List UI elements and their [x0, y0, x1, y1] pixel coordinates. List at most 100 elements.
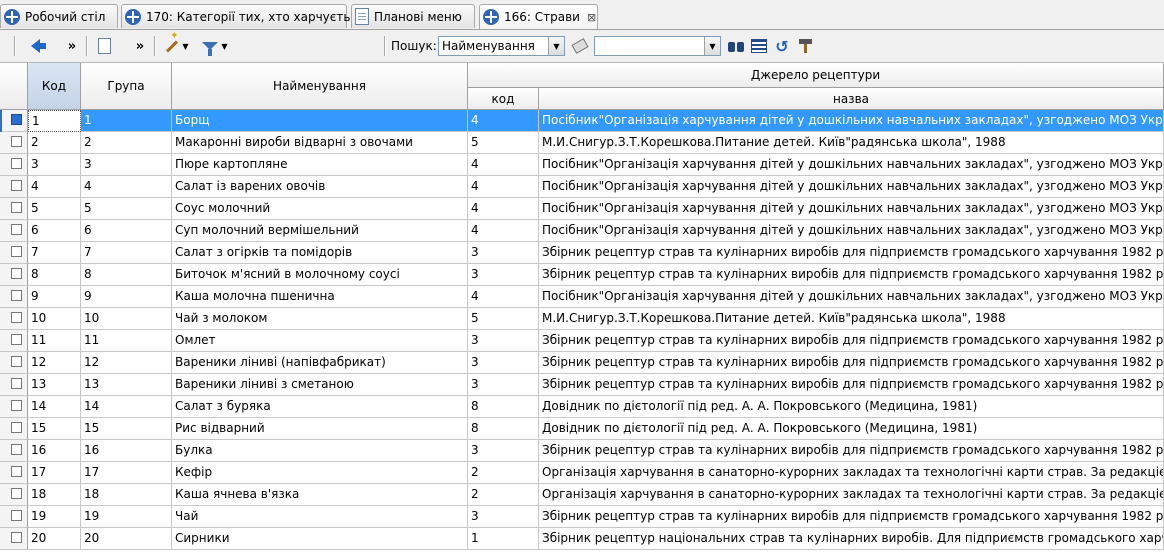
- cell-code[interactable]: 4: [28, 176, 81, 198]
- table-row[interactable]: 14 14 Салат з буряка 8 Довідник по дієто…: [0, 396, 1164, 418]
- column-header-name[interactable]: Найменування: [172, 63, 468, 110]
- cell-group[interactable]: 9: [81, 286, 172, 308]
- table-row[interactable]: 4 4 Салат із варених овочів 4 Посібник"О…: [0, 176, 1164, 198]
- cell-source-name[interactable]: Посібник"Організація харчування дітей у …: [539, 286, 1164, 308]
- cell-source-name[interactable]: Збірник рецептур страв та кулінарних вир…: [539, 506, 1164, 528]
- cell-name[interactable]: Чай: [172, 506, 468, 528]
- row-checkbox[interactable]: [11, 444, 22, 455]
- cell-group[interactable]: 12: [81, 352, 172, 374]
- cell-source-name[interactable]: Збірник рецептур страв та кулінарних вир…: [539, 264, 1164, 286]
- cell-source-code[interactable]: 8: [468, 396, 539, 418]
- cell-group[interactable]: 18: [81, 484, 172, 506]
- cell-group[interactable]: 4: [81, 176, 172, 198]
- row-checkbox[interactable]: [11, 312, 22, 323]
- cell-source-code[interactable]: 4: [468, 220, 539, 242]
- cell-code[interactable]: 11: [28, 330, 81, 352]
- row-selector[interactable]: [0, 330, 28, 352]
- cell-source-name[interactable]: Посібник"Організація харчування дітей у …: [539, 154, 1164, 176]
- cell-source-code[interactable]: 3: [468, 264, 539, 286]
- row-checkbox[interactable]: [11, 356, 22, 367]
- cell-code[interactable]: 16: [28, 440, 81, 462]
- close-tab-icon[interactable]: ⊠: [587, 11, 596, 24]
- column-header-group[interactable]: Група: [81, 63, 172, 110]
- search-field-select[interactable]: Найменування ▼: [438, 36, 565, 56]
- cell-code[interactable]: 13: [28, 374, 81, 396]
- cell-source-code[interactable]: 2: [468, 484, 539, 506]
- cell-code[interactable]: 20: [28, 528, 81, 550]
- cell-group[interactable]: 17: [81, 462, 172, 484]
- cell-name[interactable]: Биточок м'ясний в молочному соусі: [172, 264, 468, 286]
- cell-name[interactable]: Каша молочна пшенична: [172, 286, 468, 308]
- find-button[interactable]: [726, 36, 746, 56]
- row-checkbox[interactable]: [11, 510, 22, 521]
- cell-source-code[interactable]: 4: [468, 176, 539, 198]
- row-selector[interactable]: [0, 264, 28, 286]
- cell-source-name[interactable]: Збірник рецептур національних страв та к…: [539, 528, 1164, 550]
- cell-code[interactable]: 3: [28, 154, 81, 176]
- cell-source-code[interactable]: 4: [468, 154, 539, 176]
- row-selector[interactable]: [0, 462, 28, 484]
- row-selector[interactable]: [0, 176, 28, 198]
- cell-name[interactable]: Чай з молоком: [172, 308, 468, 330]
- cell-name[interactable]: Салат з буряка: [172, 396, 468, 418]
- cell-source-name[interactable]: Збірник рецептур страв та кулінарних вир…: [539, 330, 1164, 352]
- search-input[interactable]: ▼: [594, 36, 721, 56]
- filter-button[interactable]: ▼: [198, 36, 232, 56]
- cell-name[interactable]: Рис відварний: [172, 418, 468, 440]
- column-band-recipe-source[interactable]: Джерело рецептури: [468, 63, 1164, 88]
- row-selector[interactable]: [0, 308, 28, 330]
- cell-source-code[interactable]: 4: [468, 110, 539, 132]
- table-row[interactable]: 6 6 Суп молочний вермішельний 4 Посібник…: [0, 220, 1164, 242]
- row-checkbox[interactable]: [11, 334, 22, 345]
- cell-source-code[interactable]: 2: [468, 462, 539, 484]
- cell-group[interactable]: 2: [81, 132, 172, 154]
- tab-consumer-categories[interactable]: 170: Категорії тих, хто харчується: [121, 4, 364, 28]
- cell-source-code[interactable]: 3: [468, 330, 539, 352]
- cell-code[interactable]: 1: [28, 110, 81, 132]
- cell-source-code[interactable]: 1: [468, 528, 539, 550]
- clear-search-button[interactable]: [570, 36, 590, 56]
- row-checkbox[interactable]: [11, 268, 22, 279]
- tools-button[interactable]: [795, 36, 815, 56]
- row-checkbox[interactable]: [11, 158, 22, 169]
- cell-code[interactable]: 12: [28, 352, 81, 374]
- cell-code[interactable]: 15: [28, 418, 81, 440]
- row-checkbox[interactable]: [11, 136, 22, 147]
- chevron-down-icon[interactable]: ▼: [548, 37, 564, 55]
- refresh-button[interactable]: ↺: [772, 36, 792, 56]
- cell-source-name[interactable]: Збірник рецептур страв та кулінарних вир…: [539, 242, 1164, 264]
- cell-source-name[interactable]: Посібник"Організація харчування дітей у …: [539, 198, 1164, 220]
- row-checkbox[interactable]: [11, 224, 22, 235]
- row-selector[interactable]: [0, 154, 28, 176]
- cell-code[interactable]: 14: [28, 396, 81, 418]
- cell-group[interactable]: 19: [81, 506, 172, 528]
- cell-name[interactable]: Макаронні вироби відварні з овочами: [172, 132, 468, 154]
- tab-desktop[interactable]: Робочий стіл: [0, 4, 118, 28]
- row-selector-header[interactable]: [0, 63, 28, 110]
- row-checkbox[interactable]: [11, 422, 22, 433]
- cell-group[interactable]: 14: [81, 396, 172, 418]
- cell-source-code[interactable]: 3: [468, 440, 539, 462]
- cell-code[interactable]: 8: [28, 264, 81, 286]
- cell-group[interactable]: 5: [81, 198, 172, 220]
- tab-dishes[interactable]: 166: Страви ⊠: [479, 4, 598, 29]
- wizard-button[interactable]: ▼: [160, 36, 194, 56]
- row-selector[interactable]: [0, 110, 28, 132]
- cell-group[interactable]: 11: [81, 330, 172, 352]
- cell-code[interactable]: 10: [28, 308, 81, 330]
- cell-source-name[interactable]: Посібник"Організація харчування дітей у …: [539, 176, 1164, 198]
- row-selector[interactable]: [0, 220, 28, 242]
- cell-source-name[interactable]: Організація харчування в санаторно-курор…: [539, 462, 1164, 484]
- cell-source-code[interactable]: 5: [468, 308, 539, 330]
- cell-group[interactable]: 8: [81, 264, 172, 286]
- row-selector[interactable]: [0, 352, 28, 374]
- table-row[interactable]: 5 5 Соус молочний 4 Посібник"Організація…: [0, 198, 1164, 220]
- cell-name[interactable]: Суп молочний вермішельний: [172, 220, 468, 242]
- row-checkbox[interactable]: [11, 400, 22, 411]
- table-row[interactable]: 16 16 Булка 3 Збірник рецептур страв та …: [0, 440, 1164, 462]
- table-row[interactable]: 13 13 Вареники ліниві з сметаною 3 Збірн…: [0, 374, 1164, 396]
- row-checkbox[interactable]: [11, 532, 22, 543]
- cell-source-name[interactable]: Організація харчування в санаторно-курор…: [539, 484, 1164, 506]
- list-view-button[interactable]: [749, 36, 769, 56]
- row-selector[interactable]: [0, 396, 28, 418]
